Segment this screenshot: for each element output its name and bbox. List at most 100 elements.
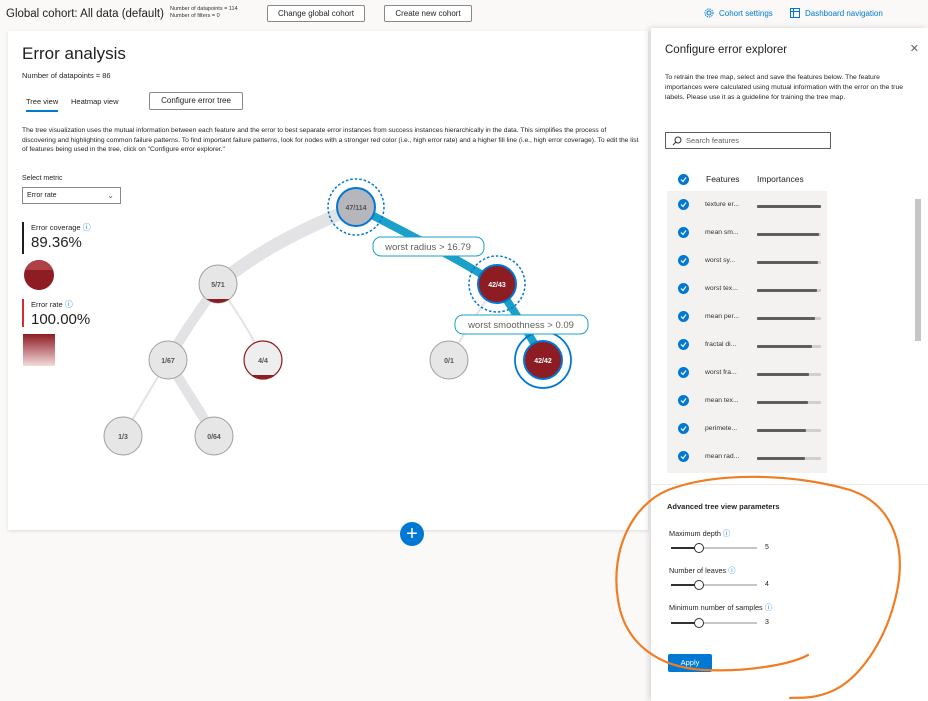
importance-bar (757, 429, 806, 432)
dashboard-navigation-link[interactable]: Dashboard navigation (790, 8, 883, 18)
split-label-text: worst radius > 16.79 (384, 242, 471, 253)
check-icon (680, 286, 687, 292)
feature-checkbox[interactable] (678, 451, 689, 462)
max-depth-text: Maximum depth (669, 529, 721, 538)
tree-node[interactable]: 4/4 (243, 340, 283, 381)
search-icon (672, 136, 682, 146)
feature-checkbox[interactable] (678, 255, 689, 266)
feature-name: mean rad... (705, 453, 740, 460)
tree-node[interactable]: 0/64 (194, 416, 234, 456)
add-cohort-button[interactable]: + (400, 522, 424, 546)
panel-description: To retrain the tree map, select and save… (665, 74, 904, 101)
feature-row[interactable]: mean tex... (667, 387, 827, 415)
min-samples-value: 3 (765, 619, 769, 626)
feature-row[interactable]: fractal di... (667, 331, 827, 359)
importance-bar (757, 345, 812, 348)
number-of-leaves-slider-thumb[interactable] (694, 580, 704, 590)
number-of-leaves-text: Number of leaves (669, 566, 727, 575)
feature-list: texture er... mean sm... worst sy... wor… (667, 191, 827, 473)
feature-row[interactable]: worst sy... (667, 247, 827, 275)
max-depth-slider-thumb[interactable] (694, 543, 704, 553)
max-depth-label: Maximum depth ⓘ (669, 529, 730, 539)
feature-row[interactable]: perimete... (667, 415, 827, 443)
node-label: 42/42 (534, 358, 552, 365)
apply-button[interactable]: Apply (668, 654, 712, 672)
min-samples-slider-thumb[interactable] (694, 618, 704, 628)
node-label: 4/4 (258, 358, 268, 365)
dashboard-navigation-label: Dashboard navigation (805, 9, 883, 18)
check-icon (680, 202, 687, 208)
plus-icon: + (406, 523, 418, 545)
check-icon (680, 258, 687, 264)
tree-node[interactable]: 42/42 (514, 331, 572, 389)
node-label: 1/3 (118, 434, 128, 441)
importances-header: Importances (757, 174, 804, 184)
feature-name: mean sm... (705, 229, 739, 236)
importance-bar (757, 233, 819, 236)
split-label-text: worst smoothness > 0.09 (467, 320, 574, 331)
check-icon (680, 454, 687, 460)
info-icon[interactable]: ⓘ (728, 566, 735, 575)
panel-title: Configure error explorer (665, 44, 788, 56)
check-icon (680, 398, 687, 404)
close-icon[interactable]: ✕ (910, 42, 919, 55)
feature-checkbox[interactable] (678, 283, 689, 294)
check-icon (680, 230, 687, 236)
min-samples-text: Minimum number of samples (669, 603, 763, 612)
tree-node[interactable]: 1/3 (103, 416, 143, 456)
node-label: 47/114 (345, 205, 366, 212)
tree-node[interactable]: 42/43 (468, 255, 526, 313)
select-all-checkbox[interactable] (678, 174, 689, 185)
feature-checkbox[interactable] (678, 423, 689, 434)
split-label: worst smoothness > 0.09 (454, 314, 589, 335)
feature-name: worst sy... (705, 257, 736, 264)
feature-checkbox[interactable] (678, 311, 689, 322)
split-label: worst radius > 16.79 (372, 236, 485, 257)
feature-name: mean tex... (705, 397, 739, 404)
min-samples-label: Minimum number of samples ⓘ (669, 603, 772, 613)
node-label: 0/64 (207, 434, 221, 441)
tree-node[interactable]: 5/71 (198, 264, 238, 304)
importance-bar (757, 457, 805, 460)
feature-row[interactable]: mean rad... (667, 443, 827, 471)
feature-checkbox[interactable] (678, 199, 689, 210)
number-of-leaves-value: 4 (765, 581, 769, 588)
importance-bar (757, 261, 818, 264)
feature-name: worst tex... (705, 285, 738, 292)
feature-checkbox[interactable] (678, 395, 689, 406)
feature-name: texture er... (705, 201, 740, 208)
feature-row[interactable]: mean per... (667, 303, 827, 331)
feature-checkbox[interactable] (678, 227, 689, 238)
tree-node[interactable]: 1/67 (148, 340, 188, 380)
divider (651, 484, 928, 485)
feature-row[interactable]: mean sm... (667, 219, 827, 247)
feature-row[interactable]: worst fra... (667, 359, 827, 387)
feature-row[interactable]: worst tex... (667, 275, 827, 303)
feature-list-scrollbar[interactable] (915, 191, 921, 481)
feature-checkbox[interactable] (678, 339, 689, 350)
check-icon (680, 426, 687, 432)
tree-node-root[interactable]: 47/114 (327, 178, 385, 236)
node-label: 42/43 (488, 282, 506, 289)
feature-checkbox[interactable] (678, 367, 689, 378)
gear-icon (704, 8, 714, 18)
feature-name: fractal di... (705, 341, 737, 348)
info-icon[interactable]: ⓘ (765, 603, 772, 612)
info-icon[interactable]: ⓘ (723, 529, 730, 538)
cohort-settings-link[interactable]: Cohort settings (704, 8, 773, 18)
tree-link (213, 200, 359, 290)
cohort-settings-label: Cohort settings (719, 9, 773, 18)
error-tree: 47/114 5/71 42/43 1/67 4/4 0/1 42/42 1/3 (103, 178, 589, 456)
scrollbar-thumb[interactable] (915, 199, 921, 341)
number-of-leaves-label: Number of leaves ⓘ (669, 566, 735, 576)
check-icon (680, 177, 687, 183)
configure-error-explorer-panel: Configure error explorer ✕ To retrain th… (651, 28, 928, 701)
feature-row[interactable]: texture er... (667, 191, 827, 219)
node-label: 0/1 (444, 358, 454, 365)
importance-bar (757, 401, 808, 404)
importance-bar (757, 317, 815, 320)
search-features-input[interactable]: Search features (665, 132, 831, 149)
tree-node[interactable]: 0/1 (429, 340, 469, 380)
feature-name: mean per... (705, 313, 740, 320)
feature-name: worst fra... (705, 369, 737, 376)
